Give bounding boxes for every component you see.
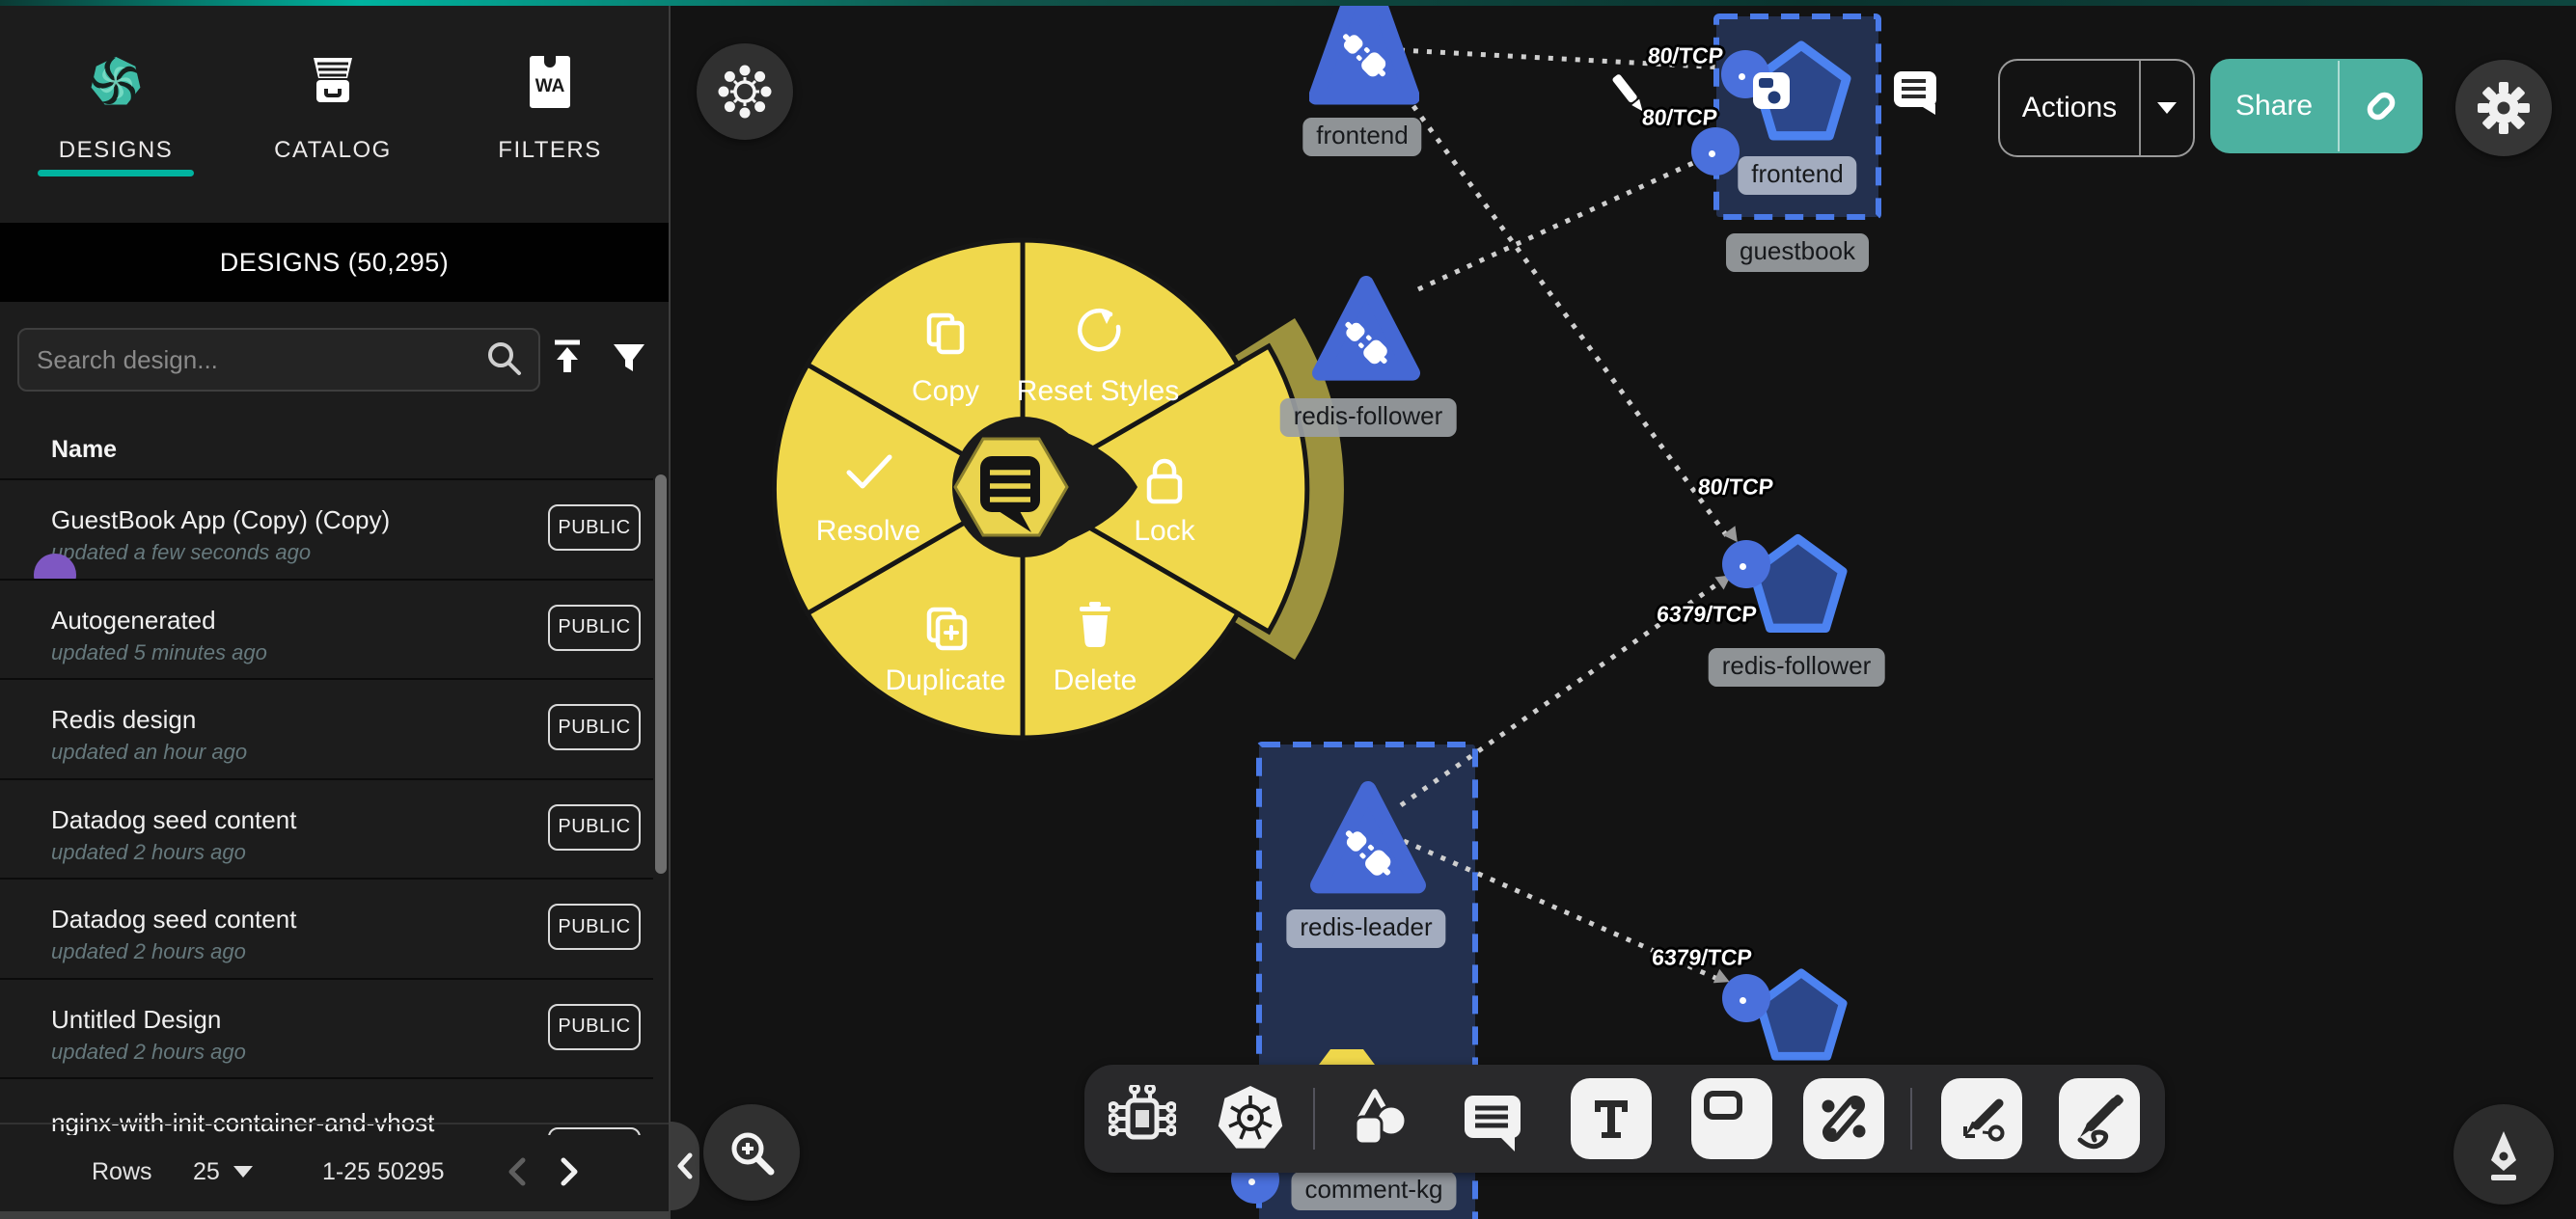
meshery-logo-icon bbox=[88, 54, 144, 115]
search-input[interactable] bbox=[19, 330, 538, 390]
caret-down-icon bbox=[233, 1166, 253, 1178]
port-circle[interactable] bbox=[1722, 540, 1770, 588]
relationship-tool[interactable] bbox=[1803, 1078, 1884, 1159]
radial-delete-label: Delete bbox=[1054, 664, 1137, 696]
comment-bubble-icon[interactable] bbox=[1893, 68, 1937, 120]
share-button[interactable]: Share bbox=[2210, 59, 2423, 153]
sidebar-scrollbar[interactable] bbox=[655, 474, 667, 874]
rows-label: Rows bbox=[92, 1124, 152, 1219]
edge-port-label: 80/TCP bbox=[1697, 474, 1774, 501]
toolbar-divider bbox=[1910, 1088, 1912, 1150]
kubernetes-tool[interactable] bbox=[1210, 1078, 1291, 1159]
search-icon[interactable] bbox=[482, 337, 527, 386]
caret-down-icon bbox=[2157, 102, 2177, 114]
component-graph-tool[interactable] bbox=[1102, 1078, 1183, 1159]
next-page-button[interactable] bbox=[552, 1124, 585, 1219]
visibility-badge: PUBLIC bbox=[548, 704, 641, 750]
top-accent-bar bbox=[0, 0, 2576, 6]
edge-port-label: 6379/TCP bbox=[1651, 945, 1753, 971]
actions-label: Actions bbox=[2000, 92, 2139, 124]
pagination-bar: Rows 25 1-25 50295 bbox=[0, 1123, 669, 1219]
node-label: redis-follower bbox=[1280, 398, 1457, 437]
port-circle[interactable] bbox=[1691, 127, 1740, 176]
toolbar-divider bbox=[1313, 1088, 1315, 1150]
note-tool[interactable] bbox=[1691, 1078, 1772, 1159]
import-design-icon[interactable] bbox=[540, 330, 594, 384]
share-label: Share bbox=[2210, 90, 2338, 122]
visibility-badge: PUBLIC bbox=[548, 605, 641, 651]
port-circle[interactable] bbox=[1722, 974, 1770, 1022]
design-canvas[interactable]: Copy Reset Styles Lock Delete Duplicate … bbox=[671, 0, 2576, 1219]
design-row[interactable]: Autogenerated updated 5 minutes ago PUBL… bbox=[0, 579, 653, 679]
text-tool[interactable] bbox=[1571, 1078, 1652, 1159]
node-label: redis-leader bbox=[1286, 909, 1445, 948]
gear-icon bbox=[2474, 78, 2534, 138]
svg-text:WA: WA bbox=[535, 76, 565, 96]
column-header-name: Name bbox=[51, 436, 117, 464]
filter-funnel-icon[interactable] bbox=[602, 330, 656, 384]
wasm-filter-icon: WA bbox=[524, 54, 576, 115]
kubernetes-context-button[interactable] bbox=[697, 43, 793, 140]
node-label: frontend bbox=[1302, 118, 1421, 156]
settings-button[interactable] bbox=[2455, 60, 2552, 156]
kanvas-app: DESIGNS CATALOG WA FILTERS bbox=[0, 0, 2576, 1219]
radial-context-menu: Copy Reset Styles Lock Delete Duplicate … bbox=[671, 0, 2576, 1219]
tab-filters-label: FILTERS bbox=[444, 137, 656, 164]
node-frontend-service[interactable] bbox=[1309, 0, 1419, 111]
designs-sidebar: DESIGNS CATALOG WA FILTERS bbox=[0, 6, 671, 1219]
node-label: frontend bbox=[1738, 156, 1856, 195]
radial-lock-label: Lock bbox=[1134, 515, 1195, 547]
tab-filters[interactable]: WA FILTERS bbox=[444, 6, 656, 218]
visibility-badge: PUBLIC bbox=[548, 1004, 641, 1050]
node-redis-leader-deployment[interactable] bbox=[1755, 966, 1848, 1070]
actions-button[interactable]: Actions bbox=[1998, 59, 2195, 157]
design-list: GuestBook App (Copy) (Copy) updated a fe… bbox=[0, 478, 653, 1135]
actions-dropdown-toggle[interactable] bbox=[2141, 102, 2193, 114]
design-row[interactable]: GuestBook App (Copy) (Copy) updated a fe… bbox=[0, 478, 653, 579]
visibility-badge: PUBLIC bbox=[548, 904, 641, 950]
tab-catalog[interactable]: CATALOG bbox=[227, 6, 439, 218]
comment-tool[interactable] bbox=[1452, 1078, 1533, 1159]
active-tab-underline bbox=[38, 170, 194, 176]
radial-resolve-label: Resolve bbox=[816, 515, 920, 547]
sidebar-footer-strip bbox=[0, 1211, 669, 1219]
node-label: redis-follower bbox=[1709, 648, 1885, 687]
freehand-draw-tool[interactable] bbox=[2059, 1078, 2140, 1159]
node-redis-leader-service[interactable] bbox=[1310, 781, 1426, 902]
edge-port-label: 80/TCP bbox=[1641, 105, 1718, 131]
zoom-in-button[interactable] bbox=[703, 1104, 800, 1201]
design-row[interactable]: Datadog seed content updated 2 hours ago… bbox=[0, 878, 653, 978]
design-row[interactable]: Datadog seed content updated 2 hours ago… bbox=[0, 778, 653, 879]
copy-link-button[interactable] bbox=[2340, 83, 2423, 129]
catalog-archive-icon bbox=[306, 54, 360, 113]
edge-port-label: 80/TCP bbox=[1647, 43, 1724, 69]
radial-copy-label: Copy bbox=[912, 375, 979, 407]
link-icon bbox=[2358, 83, 2404, 129]
shapes-tool[interactable] bbox=[1338, 1078, 1419, 1159]
panel-title: DESIGNS (50,295) bbox=[0, 223, 669, 302]
node-label: comment-kg bbox=[1291, 1172, 1456, 1210]
visibility-badge: PUBLIC bbox=[548, 504, 641, 551]
search-box bbox=[17, 328, 540, 392]
prev-page-button[interactable] bbox=[502, 1124, 534, 1219]
avatar bbox=[34, 554, 76, 579]
pagination-range: 1-25 50295 bbox=[322, 1124, 445, 1219]
pen-arrow-tool[interactable] bbox=[1941, 1078, 2022, 1159]
design-row[interactable]: Redis design updated an hour ago PUBLIC bbox=[0, 678, 653, 778]
comment-kg-node[interactable] bbox=[1311, 1047, 1383, 1065]
radial-duplicate-label: Duplicate bbox=[885, 664, 1005, 696]
visibility-badge: PUBLIC bbox=[548, 804, 641, 851]
group-label: guestbook bbox=[1726, 233, 1869, 272]
tab-catalog-label: CATALOG bbox=[227, 137, 439, 164]
edge-port-label: 6379/TCP bbox=[1656, 602, 1758, 628]
node-redis-follower-service[interactable] bbox=[1312, 276, 1420, 389]
rows-per-page-select[interactable]: 25 bbox=[193, 1124, 253, 1219]
canvas-toolbar bbox=[1084, 1065, 2165, 1173]
pen-tool-button[interactable] bbox=[2453, 1104, 2554, 1205]
radial-reset-label: Reset Styles bbox=[1017, 375, 1179, 407]
design-row[interactable]: Untitled Design updated 2 hours ago PUBL… bbox=[0, 978, 653, 1078]
tab-designs[interactable]: DESIGNS bbox=[10, 6, 222, 218]
save-state-icon bbox=[1752, 71, 1791, 115]
tab-designs-label: DESIGNS bbox=[10, 137, 222, 164]
